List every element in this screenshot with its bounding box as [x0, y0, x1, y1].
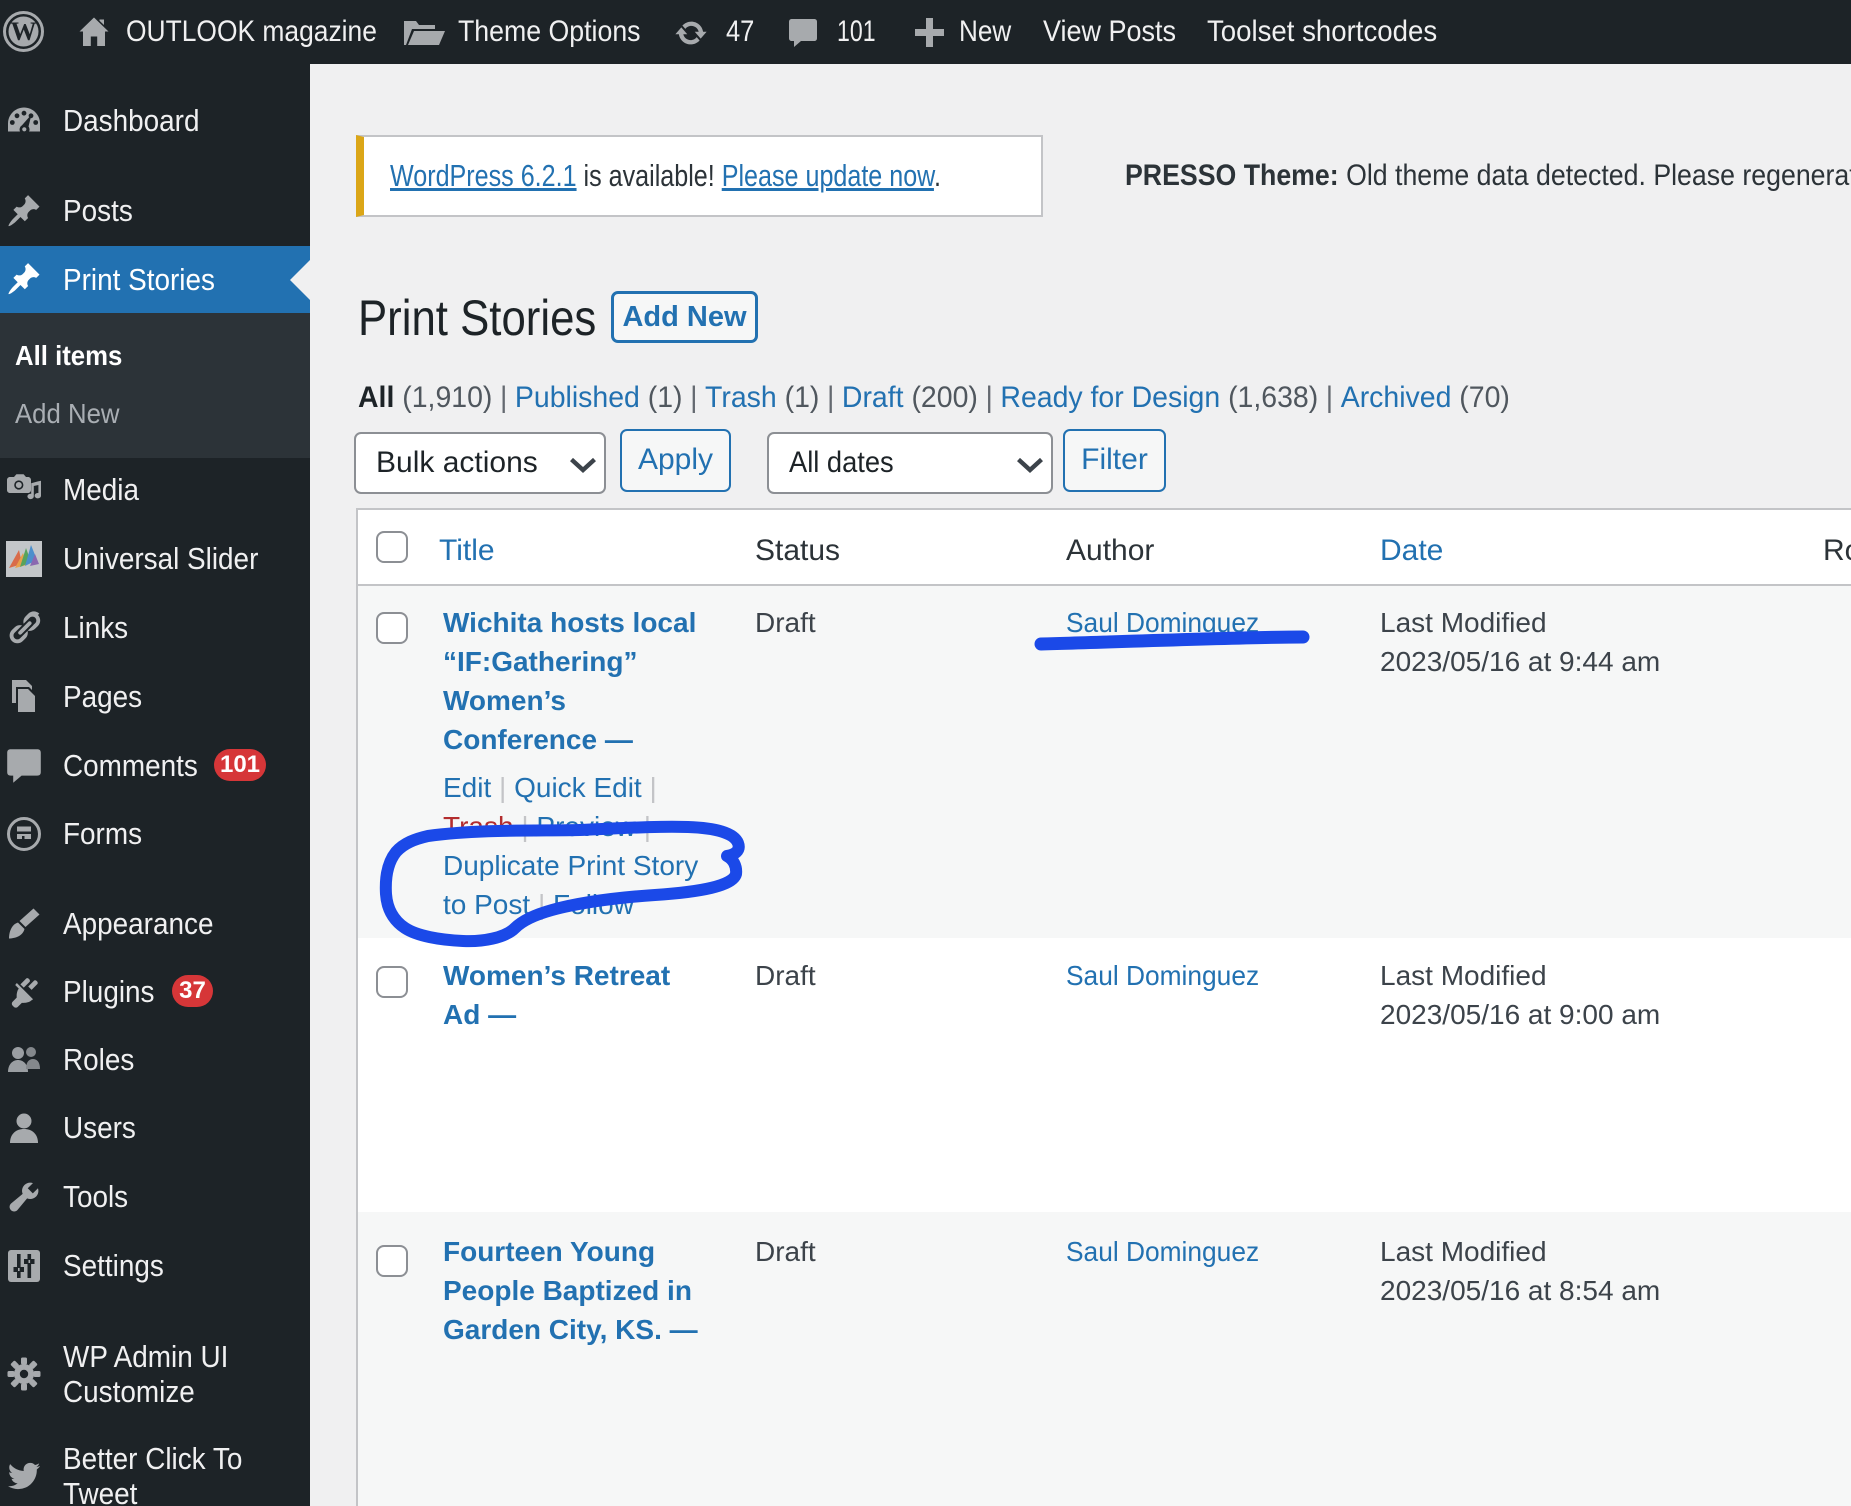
svg-text:W: W: [11, 17, 37, 46]
